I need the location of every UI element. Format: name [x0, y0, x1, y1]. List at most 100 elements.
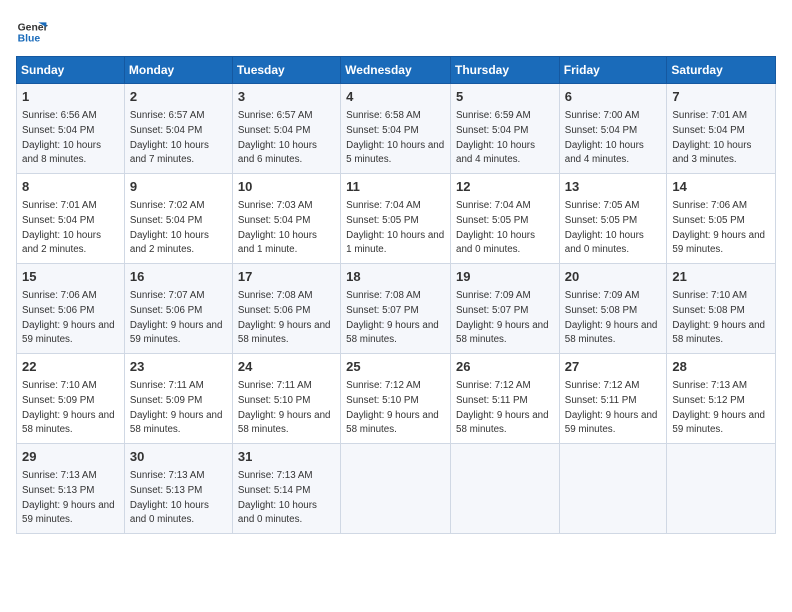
- day-info: Sunrise: 7:09 AMSunset: 5:08 PMDaylight:…: [565, 290, 658, 345]
- calendar-week-2: 8 Sunrise: 7:01 AMSunset: 5:04 PMDayligh…: [17, 174, 776, 264]
- day-info: Sunrise: 7:06 AMSunset: 5:06 PMDaylight:…: [22, 290, 115, 345]
- day-info: Sunrise: 7:11 AMSunset: 5:09 PMDaylight:…: [130, 380, 223, 435]
- day-number: 7: [672, 88, 770, 106]
- day-number: 26: [456, 358, 554, 376]
- day-info: Sunrise: 7:13 AMSunset: 5:13 PMDaylight:…: [22, 470, 115, 525]
- calendar-cell: 31 Sunrise: 7:13 AMSunset: 5:14 PMDaylig…: [232, 444, 340, 534]
- day-number: 6: [565, 88, 662, 106]
- calendar-cell: 8 Sunrise: 7:01 AMSunset: 5:04 PMDayligh…: [17, 174, 125, 264]
- calendar-cell: [667, 444, 776, 534]
- day-info: Sunrise: 7:09 AMSunset: 5:07 PMDaylight:…: [456, 290, 549, 345]
- calendar-cell: 21 Sunrise: 7:10 AMSunset: 5:08 PMDaylig…: [667, 264, 776, 354]
- day-info: Sunrise: 7:12 AMSunset: 5:11 PMDaylight:…: [456, 380, 549, 435]
- header-friday: Friday: [559, 57, 667, 84]
- day-info: Sunrise: 7:02 AMSunset: 5:04 PMDaylight:…: [130, 200, 209, 255]
- day-number: 28: [672, 358, 770, 376]
- calendar-cell: 3 Sunrise: 6:57 AMSunset: 5:04 PMDayligh…: [232, 84, 340, 174]
- day-info: Sunrise: 7:00 AMSunset: 5:04 PMDaylight:…: [565, 110, 644, 165]
- day-number: 27: [565, 358, 662, 376]
- day-info: Sunrise: 7:08 AMSunset: 5:06 PMDaylight:…: [238, 290, 331, 345]
- day-number: 18: [346, 268, 445, 286]
- calendar-week-1: 1 Sunrise: 6:56 AMSunset: 5:04 PMDayligh…: [17, 84, 776, 174]
- day-info: Sunrise: 7:05 AMSunset: 5:05 PMDaylight:…: [565, 200, 644, 255]
- day-info: Sunrise: 6:57 AMSunset: 5:04 PMDaylight:…: [238, 110, 317, 165]
- day-info: Sunrise: 7:12 AMSunset: 5:11 PMDaylight:…: [565, 380, 658, 435]
- page-header: General Blue: [16, 16, 776, 48]
- day-info: Sunrise: 7:13 AMSunset: 5:12 PMDaylight:…: [672, 380, 765, 435]
- header-tuesday: Tuesday: [232, 57, 340, 84]
- day-number: 11: [346, 178, 445, 196]
- day-number: 4: [346, 88, 445, 106]
- day-number: 14: [672, 178, 770, 196]
- header-thursday: Thursday: [451, 57, 560, 84]
- calendar-cell: 27 Sunrise: 7:12 AMSunset: 5:11 PMDaylig…: [559, 354, 667, 444]
- header-saturday: Saturday: [667, 57, 776, 84]
- svg-text:Blue: Blue: [18, 34, 41, 45]
- day-info: Sunrise: 6:56 AMSunset: 5:04 PMDaylight:…: [22, 110, 101, 165]
- calendar-cell: 9 Sunrise: 7:02 AMSunset: 5:04 PMDayligh…: [124, 174, 232, 264]
- day-info: Sunrise: 7:01 AMSunset: 5:04 PMDaylight:…: [672, 110, 751, 165]
- calendar-cell: 24 Sunrise: 7:11 AMSunset: 5:10 PMDaylig…: [232, 354, 340, 444]
- day-info: Sunrise: 7:08 AMSunset: 5:07 PMDaylight:…: [346, 290, 439, 345]
- day-number: 2: [130, 88, 227, 106]
- calendar-cell: 22 Sunrise: 7:10 AMSunset: 5:09 PMDaylig…: [17, 354, 125, 444]
- header-wednesday: Wednesday: [341, 57, 451, 84]
- calendar-cell: 17 Sunrise: 7:08 AMSunset: 5:06 PMDaylig…: [232, 264, 340, 354]
- day-info: Sunrise: 7:10 AMSunset: 5:08 PMDaylight:…: [672, 290, 765, 345]
- day-number: 30: [130, 448, 227, 466]
- day-number: 19: [456, 268, 554, 286]
- calendar-cell: [341, 444, 451, 534]
- calendar-cell: 12 Sunrise: 7:04 AMSunset: 5:05 PMDaylig…: [451, 174, 560, 264]
- calendar-cell: 4 Sunrise: 6:58 AMSunset: 5:04 PMDayligh…: [341, 84, 451, 174]
- calendar-cell: 20 Sunrise: 7:09 AMSunset: 5:08 PMDaylig…: [559, 264, 667, 354]
- calendar-cell: 13 Sunrise: 7:05 AMSunset: 5:05 PMDaylig…: [559, 174, 667, 264]
- calendar-week-3: 15 Sunrise: 7:06 AMSunset: 5:06 PMDaylig…: [17, 264, 776, 354]
- calendar-cell: 29 Sunrise: 7:13 AMSunset: 5:13 PMDaylig…: [17, 444, 125, 534]
- day-number: 23: [130, 358, 227, 376]
- day-number: 16: [130, 268, 227, 286]
- day-info: Sunrise: 7:10 AMSunset: 5:09 PMDaylight:…: [22, 380, 115, 435]
- calendar-cell: 14 Sunrise: 7:06 AMSunset: 5:05 PMDaylig…: [667, 174, 776, 264]
- day-number: 24: [238, 358, 335, 376]
- day-info: Sunrise: 7:13 AMSunset: 5:14 PMDaylight:…: [238, 470, 317, 525]
- day-info: Sunrise: 7:04 AMSunset: 5:05 PMDaylight:…: [456, 200, 535, 255]
- logo: General Blue: [16, 16, 48, 48]
- day-info: Sunrise: 6:59 AMSunset: 5:04 PMDaylight:…: [456, 110, 535, 165]
- day-info: Sunrise: 7:06 AMSunset: 5:05 PMDaylight:…: [672, 200, 765, 255]
- calendar-cell: 19 Sunrise: 7:09 AMSunset: 5:07 PMDaylig…: [451, 264, 560, 354]
- day-number: 13: [565, 178, 662, 196]
- calendar-cell: 18 Sunrise: 7:08 AMSunset: 5:07 PMDaylig…: [341, 264, 451, 354]
- calendar-cell: 6 Sunrise: 7:00 AMSunset: 5:04 PMDayligh…: [559, 84, 667, 174]
- calendar-cell: 26 Sunrise: 7:12 AMSunset: 5:11 PMDaylig…: [451, 354, 560, 444]
- calendar-cell: 30 Sunrise: 7:13 AMSunset: 5:13 PMDaylig…: [124, 444, 232, 534]
- calendar-header-row: SundayMondayTuesdayWednesdayThursdayFrid…: [17, 57, 776, 84]
- calendar-cell: 11 Sunrise: 7:04 AMSunset: 5:05 PMDaylig…: [341, 174, 451, 264]
- calendar-cell: 1 Sunrise: 6:56 AMSunset: 5:04 PMDayligh…: [17, 84, 125, 174]
- day-number: 29: [22, 448, 119, 466]
- calendar-cell: 25 Sunrise: 7:12 AMSunset: 5:10 PMDaylig…: [341, 354, 451, 444]
- header-monday: Monday: [124, 57, 232, 84]
- day-info: Sunrise: 7:13 AMSunset: 5:13 PMDaylight:…: [130, 470, 209, 525]
- calendar-cell: 7 Sunrise: 7:01 AMSunset: 5:04 PMDayligh…: [667, 84, 776, 174]
- calendar-table: SundayMondayTuesdayWednesdayThursdayFrid…: [16, 56, 776, 534]
- day-number: 12: [456, 178, 554, 196]
- calendar-cell: 16 Sunrise: 7:07 AMSunset: 5:06 PMDaylig…: [124, 264, 232, 354]
- header-sunday: Sunday: [17, 57, 125, 84]
- day-info: Sunrise: 7:11 AMSunset: 5:10 PMDaylight:…: [238, 380, 331, 435]
- calendar-cell: 28 Sunrise: 7:13 AMSunset: 5:12 PMDaylig…: [667, 354, 776, 444]
- day-number: 10: [238, 178, 335, 196]
- day-number: 25: [346, 358, 445, 376]
- day-info: Sunrise: 7:03 AMSunset: 5:04 PMDaylight:…: [238, 200, 317, 255]
- day-number: 17: [238, 268, 335, 286]
- calendar-week-5: 29 Sunrise: 7:13 AMSunset: 5:13 PMDaylig…: [17, 444, 776, 534]
- day-number: 1: [22, 88, 119, 106]
- day-number: 22: [22, 358, 119, 376]
- day-number: 8: [22, 178, 119, 196]
- calendar-cell: 10 Sunrise: 7:03 AMSunset: 5:04 PMDaylig…: [232, 174, 340, 264]
- day-info: Sunrise: 7:04 AMSunset: 5:05 PMDaylight:…: [346, 200, 444, 255]
- calendar-cell: [451, 444, 560, 534]
- day-info: Sunrise: 7:01 AMSunset: 5:04 PMDaylight:…: [22, 200, 101, 255]
- day-number: 5: [456, 88, 554, 106]
- day-number: 20: [565, 268, 662, 286]
- day-number: 15: [22, 268, 119, 286]
